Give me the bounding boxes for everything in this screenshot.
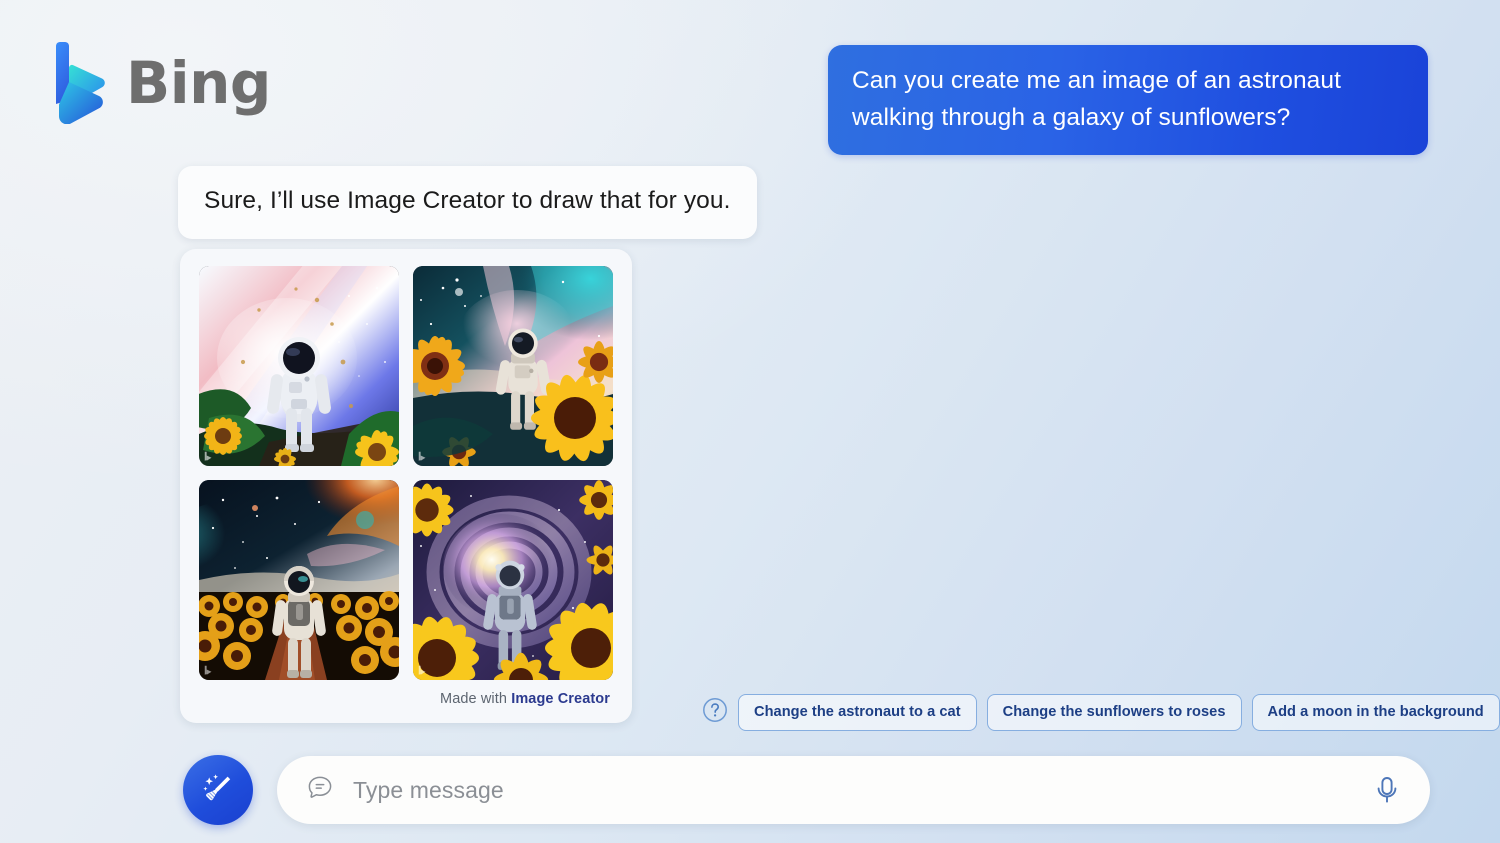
- message-input-container[interactable]: [277, 756, 1430, 824]
- user-message-bubble: Can you create me an image of an astrona…: [828, 45, 1428, 156]
- microphone-button[interactable]: [1370, 773, 1404, 807]
- result-image-2[interactable]: [413, 266, 613, 466]
- attribution-prefix: Made with: [440, 691, 508, 707]
- image-creator-link[interactable]: Image Creator: [511, 691, 610, 707]
- suggestion-chip-2[interactable]: Change the sunflowers to roses: [986, 694, 1242, 731]
- question-circle-icon[interactable]: [702, 697, 728, 728]
- watermark-icon: [418, 665, 426, 675]
- image-grid: [199, 266, 613, 680]
- result-image-4[interactable]: [413, 480, 613, 680]
- new-topic-button[interactable]: [183, 755, 253, 825]
- image-creator-attribution: Made with Image Creator: [199, 680, 613, 713]
- result-image-3[interactable]: [199, 480, 399, 680]
- chat-bubble-icon: [305, 773, 335, 808]
- watermark-icon: [204, 451, 212, 461]
- assistant-message-bubble: Sure, I’ll use Image Creator to draw tha…: [178, 166, 757, 239]
- message-input[interactable]: [353, 776, 1352, 804]
- suggestion-chip-3[interactable]: Add a moon in the background: [1251, 694, 1500, 731]
- microphone-icon: [1370, 777, 1404, 810]
- suggestion-chips: Change the astronaut to a cat Change the…: [702, 694, 1500, 731]
- watermark-icon: [204, 665, 212, 675]
- broom-sparkle-icon: [200, 771, 236, 810]
- suggestion-chip-1[interactable]: Change the astronaut to a cat: [738, 694, 977, 731]
- image-results-panel: Made with Image Creator: [180, 249, 632, 723]
- message-composer: [183, 755, 1430, 825]
- watermark-icon: [418, 451, 426, 461]
- result-image-1[interactable]: [199, 266, 399, 466]
